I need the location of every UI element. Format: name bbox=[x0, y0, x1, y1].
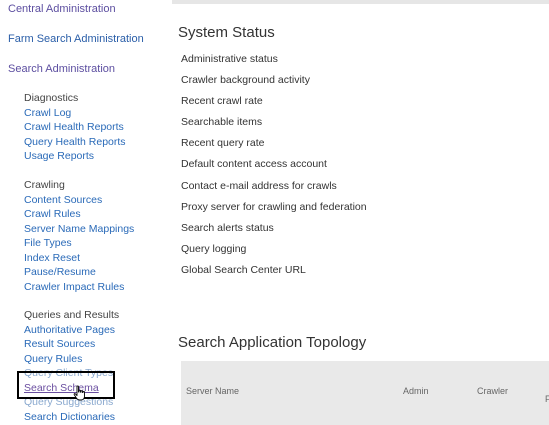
column-crawler: Crawler bbox=[477, 386, 509, 396]
nav-link-search-dictionaries[interactable]: Search Dictionaries bbox=[24, 410, 164, 425]
status-default-content-access-account: Default content access account bbox=[181, 158, 327, 171]
nav-link-index-reset[interactable]: Index Reset bbox=[24, 251, 164, 266]
status-proxy-server: Proxy server for crawling and federation bbox=[181, 200, 367, 213]
status-searchable-items: Searchable items bbox=[181, 116, 263, 129]
nav-central-administration[interactable]: Central Administration bbox=[8, 3, 116, 15]
page: Central Administration Farm Search Admin… bbox=[0, 0, 549, 425]
nav-group-crawling: Crawling Content Sources Crawl Rules Ser… bbox=[24, 178, 164, 294]
nav-heading-queries-and-results: Queries and Results bbox=[24, 309, 120, 321]
status-contact-email-address: Contact e-mail address for crawls bbox=[181, 179, 337, 192]
column-admin: Admin bbox=[403, 386, 429, 396]
column-partial: F bbox=[545, 394, 549, 404]
nav-link-crawl-health-reports[interactable]: Crawl Health Reports bbox=[24, 120, 164, 135]
search-schema-highlight bbox=[17, 371, 115, 399]
nav-link-crawl-rules[interactable]: Crawl Rules bbox=[24, 207, 164, 222]
nav-heading-diagnostics: Diagnostics bbox=[24, 92, 79, 104]
nav-link-result-sources[interactable]: Result Sources bbox=[24, 337, 164, 352]
nav-search-administration[interactable]: Search Administration bbox=[8, 63, 115, 75]
nav-group-diagnostics: Diagnostics Crawl Log Crawl Health Repor… bbox=[24, 91, 164, 164]
topology-title: Search Application Topology bbox=[178, 334, 367, 351]
status-global-search-center-url: Global Search Center URL bbox=[181, 263, 306, 276]
nav-link-crawler-impact-rules[interactable]: Crawler Impact Rules bbox=[24, 280, 164, 295]
nav-link-authoritative-pages[interactable]: Authoritative Pages bbox=[24, 323, 164, 338]
topology-table-header: Server Name Admin Crawler F bbox=[181, 361, 549, 425]
nav-link-crawl-log[interactable]: Crawl Log bbox=[24, 106, 164, 121]
nav-farm-search-administration[interactable]: Farm Search Administration bbox=[8, 33, 144, 45]
nav-link-pause-resume[interactable]: Pause/Resume bbox=[24, 265, 164, 280]
status-administrative-status: Administrative status bbox=[181, 53, 278, 65]
system-status-list: Administrative status Crawler background… bbox=[181, 51, 367, 283]
status-recent-crawl-rate: Recent crawl rate bbox=[181, 95, 263, 108]
status-recent-query-rate: Recent query rate bbox=[181, 137, 265, 150]
status-crawler-background-activity: Crawler background activity bbox=[181, 74, 310, 87]
nav-link-server-name-mappings[interactable]: Server Name Mappings bbox=[24, 222, 164, 237]
top-divider-bar bbox=[172, 0, 549, 4]
status-query-logging: Query logging bbox=[181, 242, 247, 255]
nav-link-usage-reports[interactable]: Usage Reports bbox=[24, 149, 164, 164]
nav-link-file-types[interactable]: File Types bbox=[24, 236, 164, 251]
nav-link-query-rules[interactable]: Query Rules bbox=[24, 352, 164, 367]
hand-pointer-icon bbox=[73, 385, 85, 401]
nav-link-content-sources[interactable]: Content Sources bbox=[24, 193, 164, 208]
nav-heading-crawling: Crawling bbox=[24, 179, 65, 191]
status-search-alerts-status: Search alerts status bbox=[181, 221, 274, 234]
system-status-title: System Status bbox=[178, 24, 275, 41]
nav-link-query-health-reports[interactable]: Query Health Reports bbox=[24, 135, 164, 150]
column-server-name: Server Name bbox=[186, 386, 240, 396]
nav-group-queries-and-results: Queries and Results Authoritative Pages … bbox=[24, 308, 164, 424]
